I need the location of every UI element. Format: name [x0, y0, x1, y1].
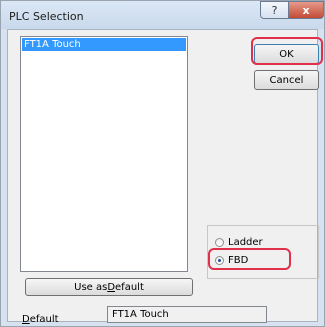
help-button[interactable]: ?	[260, 1, 289, 19]
cancel-button[interactable]: Cancel	[254, 70, 319, 90]
radio-ladder-label: Ladder	[228, 237, 263, 248]
use-default-label-pre: Use as	[74, 281, 108, 293]
list-item-ft1a-touch[interactable]: FT1A Touch	[22, 38, 186, 51]
use-as-default-button[interactable]: Use as Default	[25, 278, 193, 296]
use-default-label-post: efault	[115, 281, 144, 293]
close-button[interactable]: x	[288, 1, 324, 19]
use-default-hotkey: D	[107, 281, 116, 293]
default-label: Default	[22, 314, 59, 325]
default-hotkey: D	[22, 314, 30, 325]
plc-listbox[interactable]: FT1A Touch	[20, 36, 188, 272]
fbd-highlight-annotation	[208, 248, 291, 270]
dialog-title: PLC Selection	[9, 10, 84, 23]
close-icon: x	[302, 3, 310, 17]
title-bar: PLC Selection ? x	[1, 1, 324, 29]
radio-ladder-indicator[interactable]	[215, 238, 224, 247]
help-icon: ?	[271, 3, 278, 17]
plc-selection-dialog: PLC Selection ? x FT1A Touch OK Cancel L…	[0, 0, 325, 327]
radio-ladder[interactable]: Ladder	[215, 237, 263, 248]
default-label-rest: efault	[29, 314, 59, 325]
ok-highlight-annotation	[251, 37, 323, 65]
dialog-client-area: FT1A Touch OK Cancel Ladder FBD Use as D…	[7, 29, 319, 325]
default-plc-field: FT1A Touch	[107, 306, 267, 323]
